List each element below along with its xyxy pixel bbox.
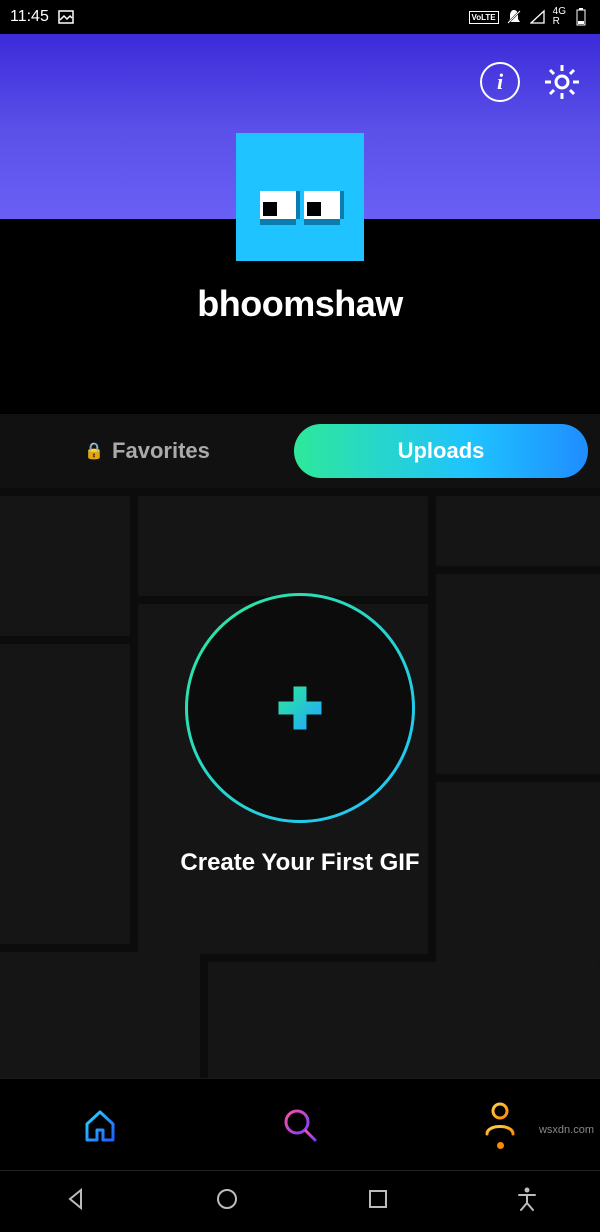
create-gif-button[interactable] [185, 593, 415, 823]
nav-active-dot [497, 1142, 504, 1149]
home-icon [81, 1106, 119, 1144]
uploads-grid: Create Your First GIF [0, 488, 600, 1078]
watermark: wsxdn.com [539, 1124, 594, 1136]
tab-favorites-label: Favorites [112, 438, 210, 464]
system-nav-bar [0, 1170, 600, 1232]
circle-icon [214, 1186, 240, 1212]
volte-icon: VoLTE [469, 11, 499, 24]
tab-favorites[interactable]: 🔒 Favorites [0, 424, 294, 478]
profile-block: bhoomshaw [0, 133, 600, 325]
create-gif-label: Create Your First GIF [180, 849, 419, 877]
status-time: 11:45 [10, 8, 49, 26]
avatar-eyes-icon [260, 191, 340, 219]
sys-recents-button[interactable] [365, 1186, 391, 1217]
mute-icon [505, 8, 523, 26]
tab-uploads-label: Uploads [398, 438, 485, 464]
tab-uploads[interactable]: Uploads [294, 424, 588, 478]
settings-button[interactable] [542, 62, 582, 102]
avatar[interactable] [236, 133, 364, 261]
username: bhoomshaw [197, 283, 403, 325]
square-icon [365, 1186, 391, 1212]
network-label: 4GR [553, 7, 566, 27]
profile-icon [481, 1100, 519, 1138]
lock-icon: 🔒 [84, 441, 104, 461]
sys-back-button[interactable] [63, 1186, 89, 1217]
bottom-nav [0, 1078, 600, 1170]
search-icon [281, 1106, 319, 1144]
gear-icon [542, 62, 582, 102]
plus-icon [272, 680, 328, 736]
grid-placeholder [208, 962, 600, 1078]
grid-placeholder [436, 496, 600, 566]
grid-placeholder [0, 952, 200, 1078]
profile-tabs: 🔒 Favorites Uploads [0, 414, 600, 488]
grid-placeholder [138, 496, 428, 596]
info-button[interactable]: i [480, 62, 520, 102]
nav-profile[interactable] [481, 1100, 519, 1149]
accessibility-icon [516, 1186, 538, 1212]
signal-icon [529, 8, 547, 26]
nav-home[interactable] [81, 1106, 119, 1144]
battery-icon [572, 8, 590, 26]
back-icon [63, 1186, 89, 1212]
status-bar: 11:45 VoLTE 4GR [0, 0, 600, 34]
sys-accessibility-button[interactable] [516, 1186, 538, 1217]
picture-icon [57, 8, 75, 26]
sys-home-button[interactable] [214, 1186, 240, 1217]
nav-search[interactable] [281, 1106, 319, 1144]
